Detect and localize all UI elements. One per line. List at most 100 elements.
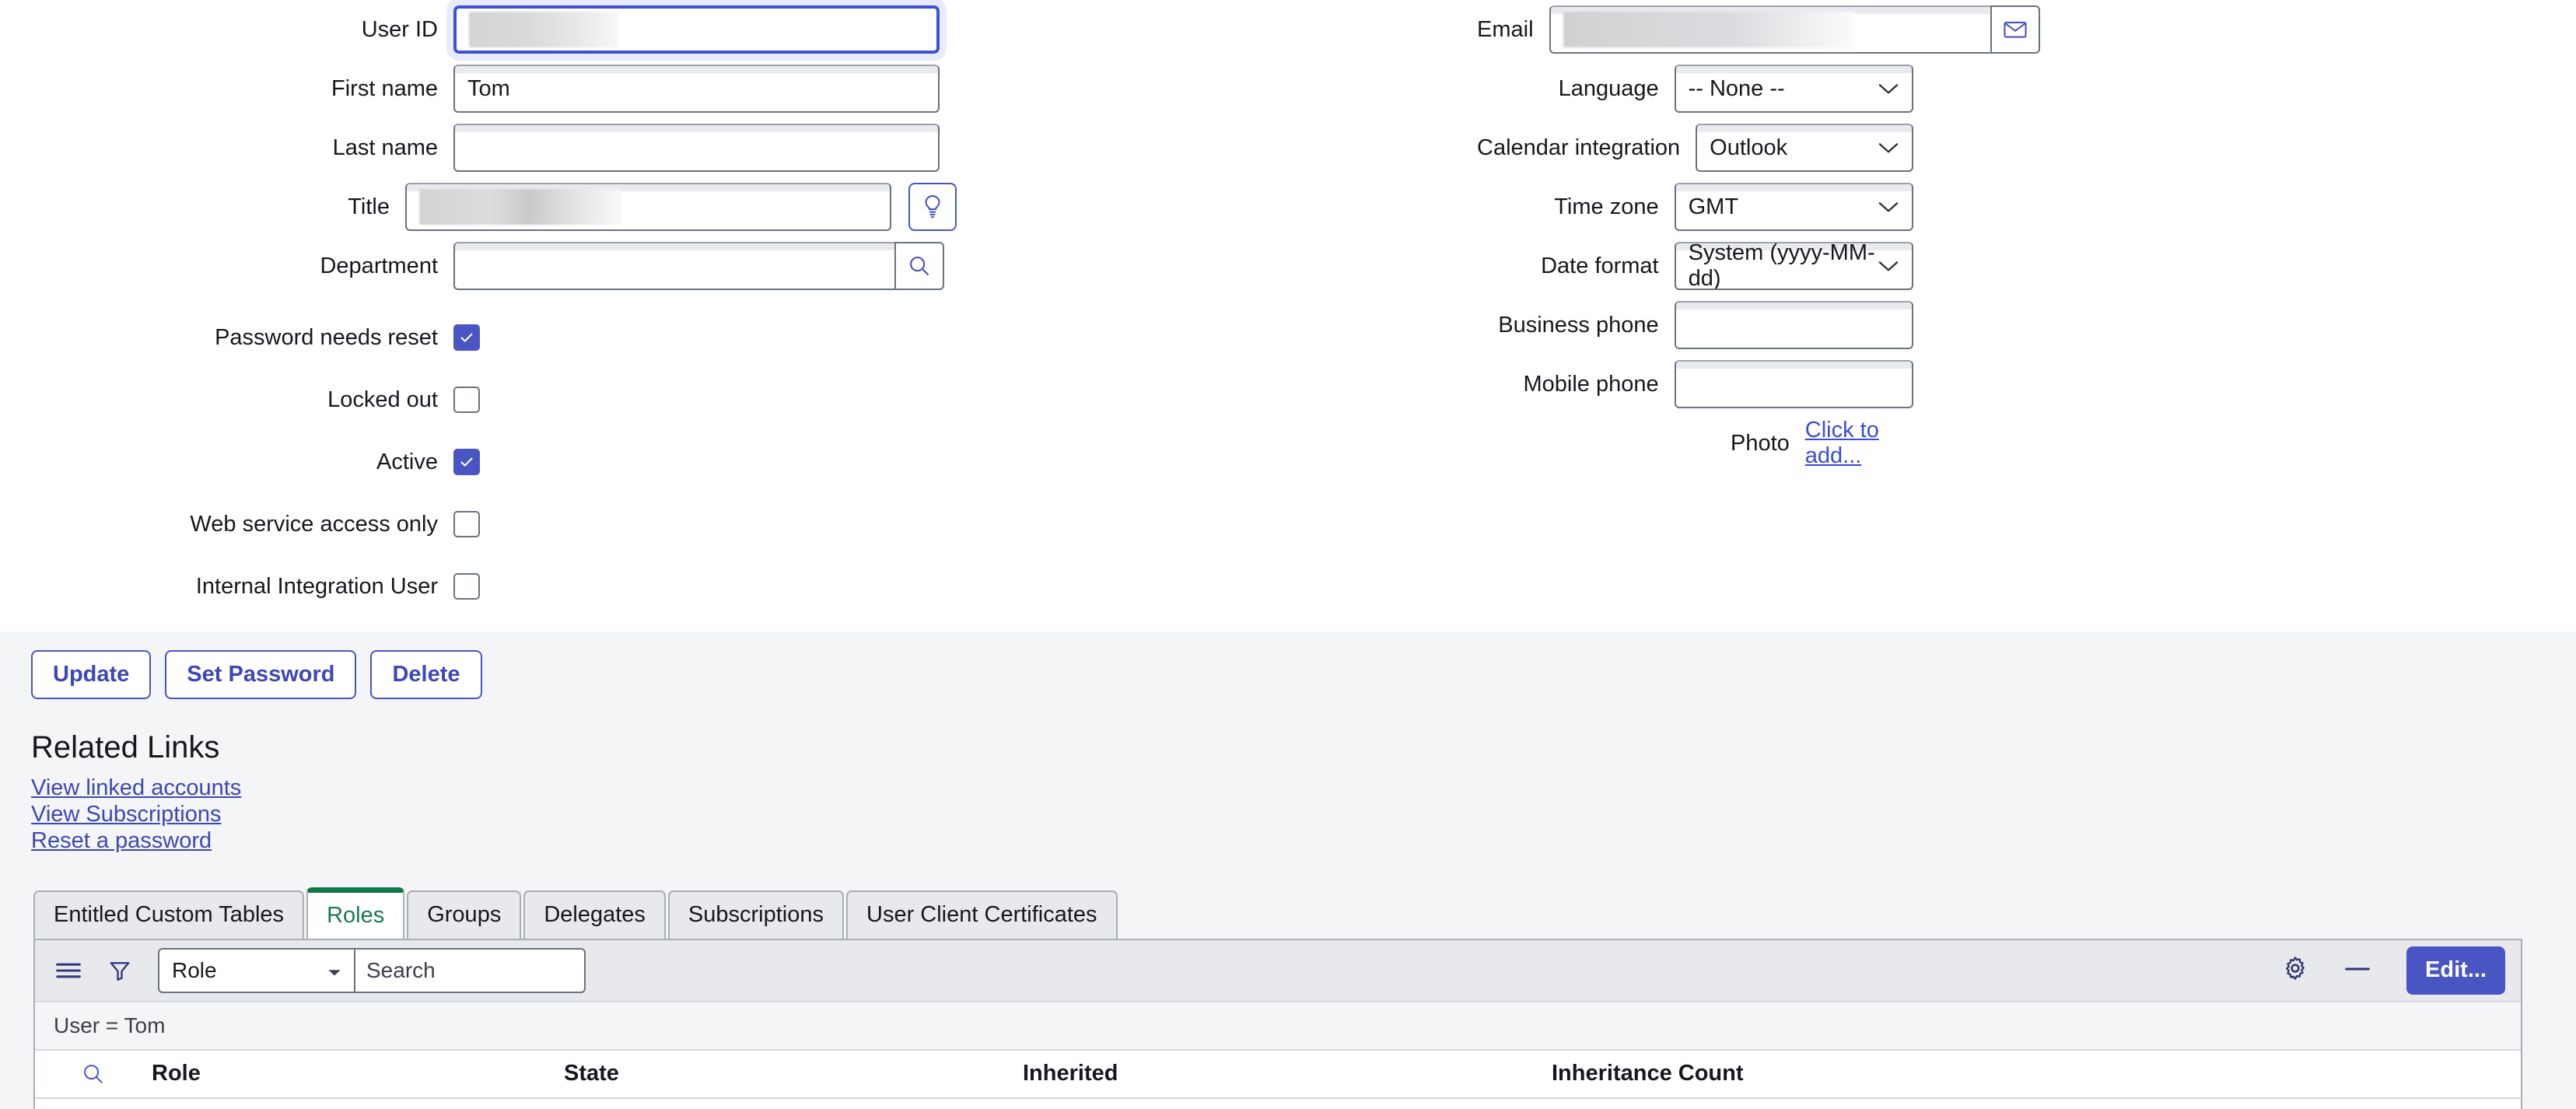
language-value: -- None -- bbox=[1688, 75, 1785, 101]
delete-button[interactable]: Delete bbox=[370, 650, 482, 699]
redacted-value bbox=[419, 189, 621, 225]
form-right-column: Email Language -- None -- Calendar integ… bbox=[957, 0, 2040, 617]
tab-subscriptions[interactable]: Subscriptions bbox=[667, 890, 845, 939]
checkbox-row-password-needs-reset: Password needs reset bbox=[0, 306, 957, 369]
chevron-down-icon bbox=[1878, 82, 1899, 96]
tab-user-client-certificates[interactable]: User Client Certificates bbox=[846, 890, 1118, 939]
column-header-inheritance-count[interactable]: Inheritance Count bbox=[1552, 1061, 2018, 1086]
set-password-button[interactable]: Set Password bbox=[165, 650, 357, 699]
form-left-column: User ID First name Tom Last name Title D… bbox=[0, 0, 957, 617]
list-toolbar: Role Search Edit... bbox=[35, 939, 2521, 1002]
column-header-state[interactable]: State bbox=[564, 1061, 1023, 1086]
list-body bbox=[35, 1098, 2521, 1109]
magnifier-icon[interactable] bbox=[894, 242, 944, 290]
table-row[interactable] bbox=[35, 1099, 2521, 1109]
field-row-calendar-integration: Calendar integration Outlook bbox=[1477, 118, 1913, 177]
title-input[interactable] bbox=[405, 183, 891, 231]
roles-list-panel: Role Search Edit... User = Tom Role Stat… bbox=[33, 938, 2522, 1109]
list-field-select-value: Role bbox=[172, 957, 217, 982]
edit-button[interactable]: Edit... bbox=[2406, 946, 2505, 995]
last-name-input[interactable] bbox=[453, 124, 940, 172]
checkbox-row-locked-out: Locked out bbox=[0, 369, 957, 431]
label-active: Active bbox=[376, 449, 438, 474]
time-zone-value: GMT bbox=[1688, 194, 1739, 219]
checkbox-row-active: Active bbox=[0, 431, 957, 493]
password-needs-reset-checkbox[interactable] bbox=[453, 324, 480, 351]
lightbulb-icon[interactable] bbox=[908, 183, 957, 231]
calendar-integration-select[interactable]: Outlook bbox=[1696, 124, 1913, 172]
list-search-placeholder: Search bbox=[366, 957, 436, 982]
funnel-icon[interactable] bbox=[108, 959, 131, 982]
tab-groups[interactable]: Groups bbox=[407, 890, 522, 939]
label-first-name: First name bbox=[331, 75, 438, 101]
checkbox-row-web-service-access-only: Web service access only bbox=[0, 493, 957, 555]
column-header-role[interactable]: Role bbox=[152, 1061, 564, 1086]
photo-add-link[interactable]: Click to add... bbox=[1805, 418, 1913, 469]
label-date-format: Date format bbox=[1541, 253, 1659, 278]
first-name-input[interactable]: Tom bbox=[453, 65, 940, 113]
web-service-access-only-checkbox[interactable] bbox=[453, 511, 480, 537]
column-header-inherited[interactable]: Inherited bbox=[1023, 1061, 1552, 1086]
field-row-mobile-phone: Mobile phone bbox=[1477, 355, 1913, 414]
label-title: Title bbox=[348, 194, 390, 219]
field-row-language: Language -- None -- bbox=[1477, 59, 1913, 118]
form-footer: Update Set Password Delete Related Links… bbox=[0, 631, 2576, 1109]
date-format-select[interactable]: System (yyyy-MM-dd) bbox=[1674, 242, 1913, 290]
label-time-zone: Time zone bbox=[1554, 194, 1659, 219]
list-breadcrumb-text: User = Tom bbox=[54, 1013, 166, 1037]
list-breadcrumb[interactable]: User = Tom bbox=[35, 1002, 2521, 1051]
related-link-view-subscriptions[interactable]: View Subscriptions bbox=[0, 801, 2576, 827]
envelope-icon[interactable] bbox=[1990, 5, 2040, 54]
tab-roles[interactable]: Roles bbox=[306, 887, 405, 939]
form-action-buttons: Update Set Password Delete bbox=[0, 650, 2576, 699]
list-search-input[interactable]: Search bbox=[355, 950, 584, 992]
calendar-integration-value: Outlook bbox=[1710, 135, 1788, 160]
field-row-email: Email bbox=[1477, 0, 2040, 59]
redacted-value bbox=[469, 12, 618, 47]
list-search-icon[interactable] bbox=[35, 1062, 152, 1086]
label-last-name: Last name bbox=[332, 135, 438, 160]
related-link-view-linked-accounts[interactable]: View linked accounts bbox=[0, 775, 2576, 801]
label-mobile-phone: Mobile phone bbox=[1523, 371, 1659, 397]
field-row-date-format: Date format System (yyyy-MM-dd) bbox=[1477, 236, 1913, 296]
first-name-value: Tom bbox=[467, 75, 510, 101]
gear-icon[interactable] bbox=[2282, 955, 2308, 985]
chevron-down-icon bbox=[1878, 141, 1899, 155]
label-email: Email bbox=[1477, 16, 1534, 42]
list-filter-combo: Role Search bbox=[158, 947, 586, 993]
field-row-last-name: Last name bbox=[0, 118, 957, 177]
language-select[interactable]: -- None -- bbox=[1674, 65, 1913, 113]
related-link-reset-a-password[interactable]: Reset a password bbox=[0, 827, 2576, 854]
internal-integration-user-checkbox[interactable] bbox=[453, 573, 480, 600]
locked-out-checkbox[interactable] bbox=[453, 387, 480, 413]
date-format-value: System (yyyy-MM-dd) bbox=[1688, 242, 1875, 290]
tab-entitled-custom-tables[interactable]: Entitled Custom Tables bbox=[33, 890, 305, 939]
field-row-time-zone: Time zone GMT bbox=[1477, 177, 1913, 236]
tab-delegates[interactable]: Delegates bbox=[523, 890, 666, 939]
email-input[interactable] bbox=[1549, 5, 1990, 54]
label-language: Language bbox=[1558, 75, 1659, 101]
user-id-input[interactable] bbox=[446, 0, 947, 61]
active-checkbox[interactable] bbox=[453, 449, 480, 475]
time-zone-select[interactable]: GMT bbox=[1674, 183, 1913, 231]
minus-icon[interactable] bbox=[2344, 964, 2371, 978]
hamburger-icon[interactable] bbox=[55, 960, 82, 981]
label-web-service-access-only: Web service access only bbox=[190, 511, 438, 537]
mobile-phone-input[interactable] bbox=[1674, 360, 1913, 408]
related-lists-tabs: Entitled Custom Tables Roles Groups Dele… bbox=[0, 887, 2576, 939]
user-form: User ID First name Tom Last name Title D… bbox=[0, 0, 2576, 631]
list-header-row: Role State Inherited Inheritance Count bbox=[35, 1050, 2521, 1099]
list-toolbar-right: Edit... bbox=[2282, 946, 2505, 995]
department-input[interactable] bbox=[453, 242, 894, 290]
business-phone-input[interactable] bbox=[1674, 301, 1913, 349]
redacted-value bbox=[1563, 12, 1855, 47]
label-internal-integration-user: Internal Integration User bbox=[195, 573, 438, 599]
field-row-business-phone: Business phone bbox=[1477, 296, 1913, 355]
label-calendar-integration: Calendar integration bbox=[1477, 135, 1681, 160]
update-button[interactable]: Update bbox=[31, 650, 152, 699]
field-row-photo: Photo Click to add... bbox=[1477, 414, 1913, 473]
label-department: Department bbox=[320, 253, 438, 278]
field-row-title: Title bbox=[0, 177, 957, 236]
chevron-down-icon bbox=[1878, 259, 1899, 273]
list-field-select[interactable]: Role bbox=[159, 949, 355, 992]
